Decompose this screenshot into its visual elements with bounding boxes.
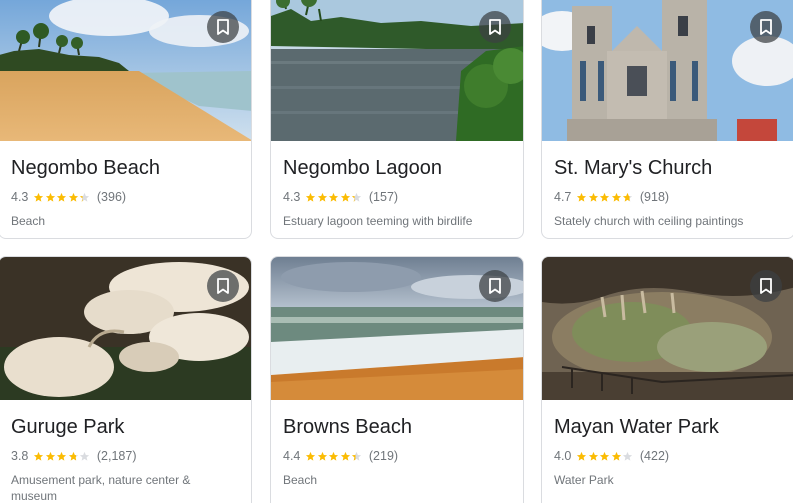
star-icon (317, 451, 327, 461)
places-grid: Negombo Beach 4.3 (396) Beach Negombo La… (0, 0, 793, 503)
star-rating (576, 451, 634, 462)
review-count[interactable]: (157) (369, 190, 398, 204)
place-photo[interactable] (271, 0, 523, 141)
bookmark-icon (217, 278, 229, 294)
place-card[interactable]: Guruge Park 3.8 (2,187) Amusement park, … (0, 256, 252, 503)
place-card[interactable]: Negombo Lagoon 4.3 (157) Estuary lagoon … (270, 0, 524, 239)
star-icon (352, 451, 362, 461)
save-button[interactable] (207, 11, 239, 43)
save-button[interactable] (479, 270, 511, 302)
rating-row: 4.0 (422) (554, 448, 782, 464)
place-photo[interactable] (542, 257, 793, 400)
star-icon (577, 451, 587, 461)
star-icon (317, 192, 327, 202)
star-icon (329, 451, 339, 461)
place-photo[interactable] (271, 257, 523, 400)
star-rating (33, 451, 91, 462)
rating-score: 4.4 (283, 449, 301, 463)
star-icon (588, 192, 598, 202)
star-icon (34, 451, 44, 461)
star-icon (34, 192, 44, 202)
review-count[interactable]: (422) (640, 449, 669, 463)
star-icon (352, 192, 362, 202)
place-card[interactable]: St. Mary's Church 4.7 (918) Stately chur… (541, 0, 793, 239)
star-icon (45, 451, 55, 461)
place-category: Estuary lagoon teeming with birdlife (283, 214, 473, 228)
rating-score: 4.3 (11, 190, 29, 204)
rating-row: 4.3 (157) (283, 189, 511, 205)
place-name[interactable]: Browns Beach (283, 415, 511, 439)
star-icon (57, 451, 67, 461)
place-photo[interactable] (542, 0, 793, 141)
star-icon (611, 451, 621, 461)
review-count[interactable]: (2,187) (97, 449, 137, 463)
rating-score: 4.0 (554, 449, 572, 463)
rating-score: 4.3 (283, 190, 301, 204)
rating-row: 4.7 (918) (554, 189, 782, 205)
star-icon (68, 192, 78, 202)
star-rating (305, 192, 363, 203)
star-icon (306, 451, 316, 461)
rating-row: 3.8 (2,187) (11, 448, 239, 464)
star-icon (611, 192, 621, 202)
place-card[interactable]: Mayan Water Park 4.0 (422) Water Park (541, 256, 793, 503)
place-photo[interactable] (0, 0, 251, 141)
star-icon (80, 451, 90, 461)
rating-score: 4.7 (554, 190, 572, 204)
bookmark-icon (760, 19, 772, 35)
save-button[interactable] (207, 270, 239, 302)
star-icon (80, 192, 90, 202)
star-icon (600, 192, 610, 202)
place-card[interactable]: Browns Beach 4.4 (219) Beach (270, 256, 524, 503)
star-icon (57, 192, 67, 202)
review-count[interactable]: (918) (640, 190, 669, 204)
star-rating (33, 192, 91, 203)
save-button[interactable] (750, 270, 782, 302)
bookmark-icon (489, 19, 501, 35)
star-icon (600, 451, 610, 461)
place-category: Beach (283, 473, 318, 487)
place-category: Stately church with ceiling paintings (554, 214, 744, 228)
star-rating (576, 192, 634, 203)
bookmark-icon (760, 278, 772, 294)
bookmark-icon (489, 278, 501, 294)
place-name[interactable]: Negombo Beach (11, 156, 239, 180)
place-name[interactable]: Mayan Water Park (554, 415, 782, 439)
place-name[interactable]: Guruge Park (11, 415, 239, 439)
star-icon (340, 451, 350, 461)
review-count[interactable]: (219) (369, 449, 398, 463)
star-icon (45, 192, 55, 202)
star-icon (588, 451, 598, 461)
rating-score: 3.8 (11, 449, 29, 463)
star-icon (306, 192, 316, 202)
save-button[interactable] (479, 11, 511, 43)
star-icon (577, 192, 587, 202)
place-category: Water Park (554, 473, 614, 487)
star-icon (68, 451, 78, 461)
star-rating (305, 451, 363, 462)
place-name[interactable]: Negombo Lagoon (283, 156, 511, 180)
star-icon (329, 192, 339, 202)
place-category: Beach (11, 214, 46, 228)
rating-row: 4.3 (396) (11, 189, 239, 205)
star-icon (623, 451, 633, 461)
review-count[interactable]: (396) (97, 190, 126, 204)
place-category: Amusement park, nature center & museum (11, 473, 191, 503)
bookmark-icon (217, 19, 229, 35)
star-icon (340, 192, 350, 202)
save-button[interactable] (750, 11, 782, 43)
place-photo[interactable] (0, 257, 251, 400)
star-icon (623, 192, 633, 202)
place-name[interactable]: St. Mary's Church (554, 156, 782, 180)
rating-row: 4.4 (219) (283, 448, 511, 464)
place-card[interactable]: Negombo Beach 4.3 (396) Beach (0, 0, 252, 239)
